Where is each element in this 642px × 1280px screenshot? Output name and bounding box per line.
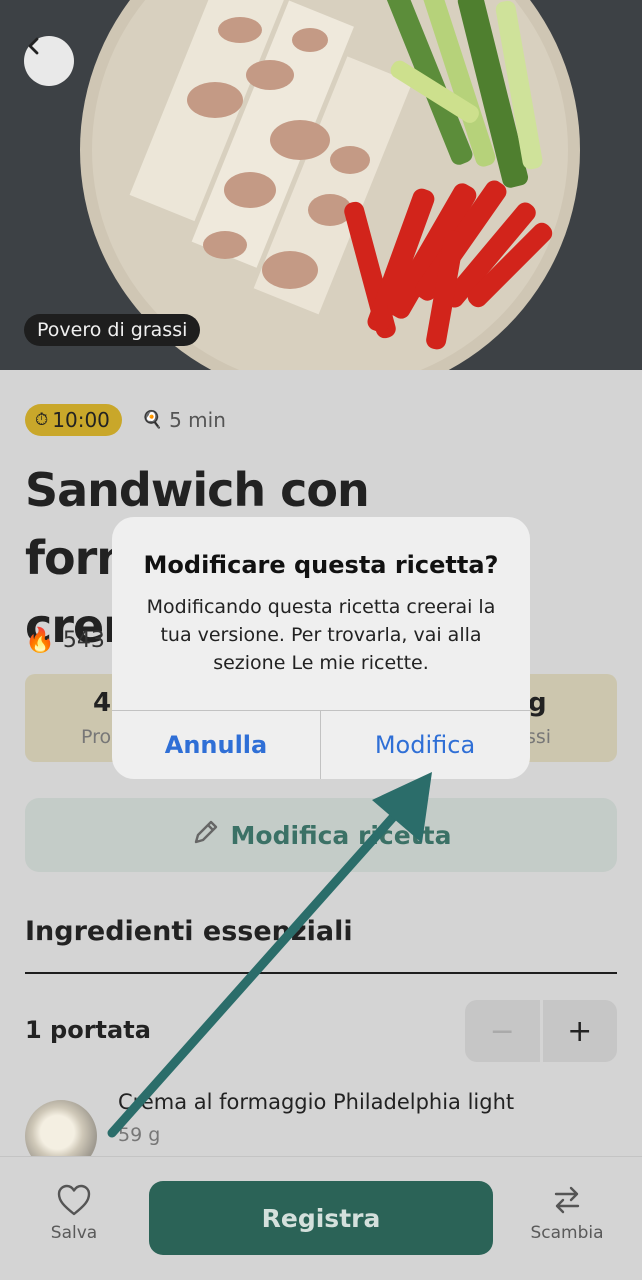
ingredient-item[interactable]: Crema al formaggio Philadelphia light 59…	[25, 1086, 617, 1172]
increase-button[interactable]: +	[539, 1000, 618, 1062]
heart-icon	[29, 1183, 119, 1223]
macro-fat-value: g	[528, 688, 547, 718]
timer-badge[interactable]: ⏱ 10:00	[25, 404, 122, 436]
dialog-title: Modificare questa ricetta?	[143, 551, 499, 579]
swap-label: Scambia	[530, 1223, 604, 1243]
ingredient-name: Crema al formaggio Philadelphia light	[118, 1090, 515, 1114]
back-button[interactable]	[24, 36, 74, 86]
prep-time-value: 5 min	[169, 408, 226, 432]
stopwatch-icon: ⏱	[35, 410, 49, 430]
calories: 🔥 543	[25, 626, 105, 654]
dialog-message: Modificando questa ricetta creerai la tu…	[146, 596, 496, 674]
save-label: Salva	[50, 1223, 98, 1243]
ingredient-quantity: 59 g	[118, 1124, 161, 1146]
macro-protein-label: Pro	[81, 726, 112, 748]
recipe-hero-image: Povero di grassi	[0, 0, 642, 370]
edit-recipe-label: Modifica ricetta	[230, 820, 452, 850]
frying-pan-icon: 🍳	[141, 410, 164, 430]
cancel-button[interactable]: Annulla	[112, 711, 320, 779]
prep-time: 🍳 5 min	[142, 408, 226, 432]
edit-confirm-dialog: Modificare questa ricetta? Modificando q…	[112, 517, 530, 779]
timer-value: 10:00	[52, 408, 110, 432]
section-divider	[25, 972, 617, 974]
calories-value: 543	[62, 627, 105, 653]
register-button[interactable]: Registra	[149, 1181, 493, 1255]
pencil-icon	[191, 817, 221, 854]
confirm-edit-button[interactable]: Modifica	[321, 711, 529, 779]
swap-arrows-icon	[522, 1183, 612, 1223]
edit-recipe-button[interactable]: Modifica ricetta	[25, 798, 617, 872]
save-tab[interactable]: Salva	[29, 1183, 119, 1243]
ingredients-heading: Ingredienti essenziali	[25, 916, 353, 947]
portions-label: 1 portata	[25, 1016, 151, 1044]
diet-badge: Povero di grassi	[24, 314, 201, 346]
chevron-left-icon	[28, 37, 39, 55]
swap-tab[interactable]: Scambia	[522, 1183, 612, 1243]
decrease-button[interactable]: −	[465, 1000, 540, 1062]
fire-icon: 🔥	[25, 626, 55, 654]
macro-protein-value: 4	[93, 688, 112, 718]
portion-stepper: − +	[465, 1000, 617, 1062]
bottom-bar: Salva Registra Scambia	[0, 1156, 642, 1280]
recipe-meta-row: ⏱ 10:00 🍳 5 min	[25, 404, 226, 436]
